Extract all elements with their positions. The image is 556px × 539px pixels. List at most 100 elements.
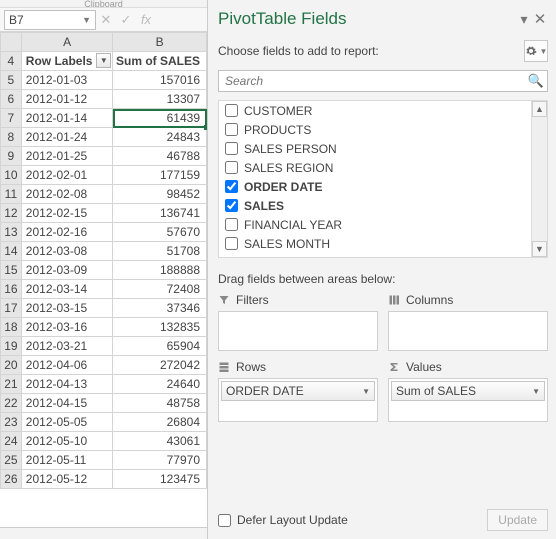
name-box[interactable]: B7 ▼ bbox=[4, 10, 96, 30]
row-header[interactable]: 6 bbox=[1, 90, 22, 109]
row-header[interactable]: 9 bbox=[1, 147, 22, 166]
scroll-up-icon[interactable]: ▲ bbox=[532, 101, 547, 117]
cell[interactable]: 48758 bbox=[113, 394, 207, 413]
cell[interactable]: 2012-01-24 bbox=[21, 128, 113, 147]
cell[interactable]: 2012-02-15 bbox=[21, 204, 113, 223]
cell[interactable]: 46788 bbox=[113, 147, 207, 166]
cell[interactable]: 136741 bbox=[113, 204, 207, 223]
cell[interactable]: 2012-02-08 bbox=[21, 185, 113, 204]
row-header[interactable]: 14 bbox=[1, 242, 22, 261]
chevron-down-icon[interactable]: ▼ bbox=[532, 387, 540, 396]
field-checkbox[interactable] bbox=[225, 142, 238, 155]
cell[interactable]: 2012-04-06 bbox=[21, 356, 113, 375]
pane-options-dropdown[interactable]: ▾ bbox=[516, 11, 532, 28]
cell[interactable]: 2012-01-12 bbox=[21, 90, 113, 109]
cell[interactable]: 98452 bbox=[113, 185, 207, 204]
cell[interactable]: 132835 bbox=[113, 318, 207, 337]
field-checkbox[interactable] bbox=[225, 123, 238, 136]
search-icon[interactable]: 🔍 bbox=[528, 73, 544, 89]
cell[interactable]: 177159 bbox=[113, 166, 207, 185]
cell-grid[interactable]: A B 4Row Labels▼Sum of SALES52012-01-031… bbox=[0, 32, 207, 527]
row-header[interactable]: 24 bbox=[1, 432, 22, 451]
row-header[interactable]: 20 bbox=[1, 356, 22, 375]
field-checkbox[interactable] bbox=[225, 237, 238, 250]
area-pill[interactable]: ORDER DATE ▼ bbox=[221, 381, 375, 401]
field-checkbox[interactable] bbox=[225, 199, 238, 212]
cell[interactable]: 2012-03-09 bbox=[21, 261, 113, 280]
tools-button[interactable]: ▼ bbox=[524, 40, 548, 62]
row-header[interactable]: 12 bbox=[1, 204, 22, 223]
cell[interactable]: 57670 bbox=[113, 223, 207, 242]
field-item[interactable]: SALES MONTH bbox=[219, 234, 547, 253]
fx-icon[interactable]: fx bbox=[136, 12, 156, 27]
cell[interactable]: 2012-03-08 bbox=[21, 242, 113, 261]
row-header[interactable]: 22 bbox=[1, 394, 22, 413]
cell[interactable]: 72408 bbox=[113, 280, 207, 299]
close-icon[interactable]: ✕ bbox=[532, 10, 548, 28]
chevron-down-icon[interactable]: ▼ bbox=[362, 387, 370, 396]
cell[interactable]: 272042 bbox=[113, 356, 207, 375]
row-header[interactable]: 23 bbox=[1, 413, 22, 432]
cell[interactable]: 51708 bbox=[113, 242, 207, 261]
row-header[interactable]: 11 bbox=[1, 185, 22, 204]
row-header[interactable]: 10 bbox=[1, 166, 22, 185]
cell[interactable]: 2012-03-16 bbox=[21, 318, 113, 337]
field-item[interactable]: SALES REGION bbox=[219, 158, 547, 177]
defer-update-checkbox[interactable] bbox=[218, 514, 231, 527]
cell[interactable]: 61439 bbox=[113, 109, 207, 128]
cell[interactable]: 2012-03-14 bbox=[21, 280, 113, 299]
field-item[interactable]: FINANCIAL YEAR bbox=[219, 215, 547, 234]
row-header[interactable]: 13 bbox=[1, 223, 22, 242]
cell[interactable]: Row Labels▼ bbox=[21, 52, 113, 71]
column-header-a[interactable]: A bbox=[21, 33, 113, 52]
cell[interactable]: 2012-05-10 bbox=[21, 432, 113, 451]
cell[interactable]: 13307 bbox=[113, 90, 207, 109]
cell[interactable]: 188888 bbox=[113, 261, 207, 280]
cell[interactable]: 2012-02-16 bbox=[21, 223, 113, 242]
scrollbar[interactable]: ▲ ▼ bbox=[531, 101, 547, 257]
cell[interactable]: 65904 bbox=[113, 337, 207, 356]
cell[interactable]: 2012-02-01 bbox=[21, 166, 113, 185]
row-header[interactable]: 8 bbox=[1, 128, 22, 147]
cell[interactable]: 2012-01-03 bbox=[21, 71, 113, 90]
row-header[interactable]: 15 bbox=[1, 261, 22, 280]
cell[interactable]: 2012-05-11 bbox=[21, 451, 113, 470]
field-checkbox[interactable] bbox=[225, 218, 238, 231]
search-input[interactable] bbox=[218, 70, 548, 92]
cell[interactable]: 2012-01-25 bbox=[21, 147, 113, 166]
row-header[interactable]: 5 bbox=[1, 71, 22, 90]
row-header[interactable]: 18 bbox=[1, 318, 22, 337]
cell[interactable]: 2012-01-14 bbox=[21, 109, 113, 128]
row-header[interactable]: 16 bbox=[1, 280, 22, 299]
cell[interactable]: 2012-05-05 bbox=[21, 413, 113, 432]
field-checkbox[interactable] bbox=[225, 180, 238, 193]
cell[interactable]: 157016 bbox=[113, 71, 207, 90]
field-list[interactable]: CUSTOMERPRODUCTSSALES PERSONSALES REGION… bbox=[218, 100, 548, 258]
cell[interactable]: 24843 bbox=[113, 128, 207, 147]
field-item[interactable]: CUSTOMER bbox=[219, 101, 547, 120]
sheet-tabs[interactable] bbox=[0, 527, 207, 539]
filter-dropdown-icon[interactable]: ▼ bbox=[96, 53, 111, 68]
chevron-down-icon[interactable]: ▼ bbox=[82, 15, 91, 25]
area-pill[interactable]: Sum of SALES ▼ bbox=[391, 381, 545, 401]
scroll-down-icon[interactable]: ▼ bbox=[532, 241, 547, 257]
cell[interactable]: 2012-03-21 bbox=[21, 337, 113, 356]
cell[interactable]: 43061 bbox=[113, 432, 207, 451]
row-header[interactable]: 21 bbox=[1, 375, 22, 394]
row-header[interactable]: 7 bbox=[1, 109, 22, 128]
row-header[interactable]: 25 bbox=[1, 451, 22, 470]
row-header[interactable]: 19 bbox=[1, 337, 22, 356]
filters-dropzone[interactable] bbox=[218, 311, 378, 351]
columns-dropzone[interactable] bbox=[388, 311, 548, 351]
field-item[interactable]: PRODUCTS bbox=[219, 120, 547, 139]
cell[interactable]: 2012-04-15 bbox=[21, 394, 113, 413]
cell[interactable]: 77970 bbox=[113, 451, 207, 470]
rows-dropzone[interactable]: ORDER DATE ▼ bbox=[218, 378, 378, 422]
field-item[interactable]: SALES bbox=[219, 196, 547, 215]
row-header[interactable]: 17 bbox=[1, 299, 22, 318]
cell[interactable]: 2012-04-13 bbox=[21, 375, 113, 394]
update-button[interactable]: Update bbox=[487, 509, 548, 531]
cell[interactable]: 2012-05-12 bbox=[21, 470, 113, 489]
cell[interactable]: Sum of SALES bbox=[113, 52, 207, 71]
row-header[interactable]: 26 bbox=[1, 470, 22, 489]
